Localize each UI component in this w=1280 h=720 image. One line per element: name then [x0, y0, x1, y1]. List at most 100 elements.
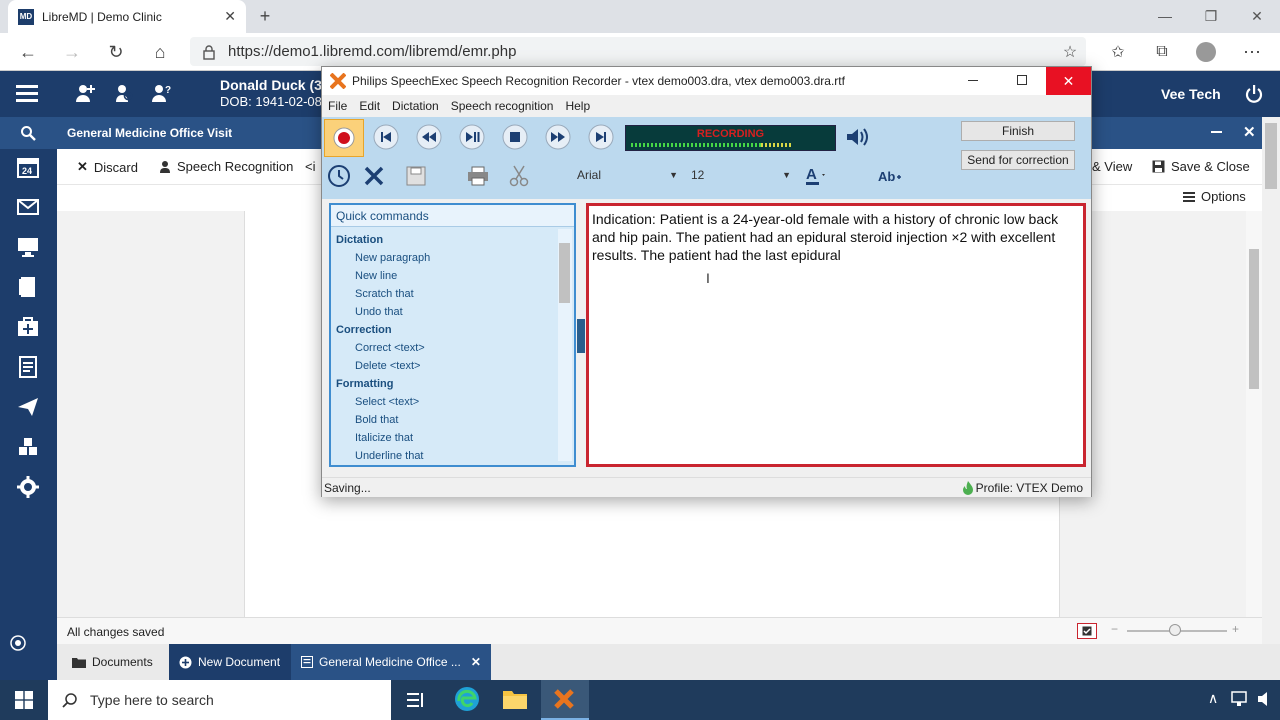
record-button[interactable] [324, 119, 364, 157]
qc-new-paragraph[interactable]: New paragraph [331, 249, 574, 267]
discard-button[interactable]: ✕ Discard [77, 159, 138, 175]
qc-bold-that[interactable]: Bold that [331, 411, 574, 429]
browser-tab[interactable]: MD LibreMD | Demo Clinic ✕ [8, 0, 246, 33]
save-close-button[interactable]: Save & Close [1152, 159, 1250, 174]
patient-search-icon[interactable] [113, 82, 135, 104]
doc-scrollbar-thumb[interactable] [1249, 249, 1259, 389]
sidebar-search[interactable] [0, 117, 57, 149]
qc-italicize-that[interactable]: Italicize that [331, 429, 574, 447]
calendar-icon[interactable]: 24 [16, 155, 40, 179]
patient-question-icon[interactable]: ? [150, 82, 172, 104]
settings-gear-icon[interactable] [16, 475, 40, 499]
qc-scrollbar[interactable] [558, 229, 572, 461]
patient-name[interactable]: Donald Duck (3) [220, 77, 327, 93]
page-scrollbar-thumb[interactable] [1265, 123, 1277, 189]
forward-button[interactable]: → [60, 40, 84, 64]
patient-add-icon[interactable] [74, 82, 96, 104]
qc-underline-that[interactable]: Underline that [331, 447, 574, 465]
minimize-window-button[interactable]: — [1142, 0, 1188, 32]
restore-window-button[interactable]: ❐ [1188, 0, 1234, 32]
dialog-maximize-button[interactable] [1017, 75, 1027, 85]
dictation-editor[interactable]: Indication: Patient is a 24-year-old fem… [586, 203, 1086, 467]
font-family-select[interactable]: Arial ▼ [572, 164, 682, 186]
font-size-select[interactable]: 12 ▼ [687, 164, 795, 186]
close-window-button[interactable]: ✕ [1234, 0, 1280, 32]
medical-kit-icon[interactable] [16, 315, 40, 339]
edge-browser-icon[interactable] [454, 686, 480, 712]
documents-tab[interactable]: Documents [62, 644, 163, 680]
favorite-star-icon[interactable]: ☆ [1058, 40, 1082, 64]
spellcheck-toggle-icon[interactable] [1077, 623, 1097, 639]
forward-to-end-button[interactable] [587, 123, 615, 151]
task-view-icon[interactable] [405, 690, 425, 710]
help-badge-icon[interactable] [6, 631, 30, 655]
menu-speech-recognition[interactable]: Speech recognition [451, 99, 554, 113]
page-scrollbar[interactable] [1262, 117, 1280, 680]
qc-scratch-that[interactable]: Scratch that [331, 285, 574, 303]
close-visit-icon[interactable]: ✕ [1243, 123, 1256, 141]
mail-icon[interactable] [16, 195, 40, 219]
text-replace-icon[interactable]: Ab [877, 162, 905, 190]
favorites-icon[interactable]: ✩ [1106, 40, 1130, 64]
taskbar-search[interactable]: Type here to search [48, 680, 391, 720]
rewind-to-start-button[interactable] [372, 123, 400, 151]
history-clock-icon[interactable] [325, 162, 353, 190]
menu-dictation[interactable]: Dictation [392, 99, 439, 113]
send-for-correction-button[interactable]: Send for correction [961, 150, 1075, 170]
zoom-in-icon[interactable]: + [1232, 622, 1239, 636]
volume-tray-icon[interactable] [1256, 690, 1274, 708]
close-document-tab-icon[interactable]: ✕ [471, 655, 481, 669]
options-button[interactable]: Options [1183, 189, 1246, 204]
chart-document-icon[interactable] [16, 275, 40, 299]
qc-delete-text[interactable]: Delete <text> [331, 357, 574, 375]
save-view-button[interactable]: & View [1092, 159, 1132, 174]
dialog-close-button[interactable]: ✕ [1046, 67, 1091, 95]
user-name[interactable]: Vee Tech [1161, 86, 1221, 102]
qc-scrollbar-thumb[interactable] [559, 243, 570, 303]
qc-correct-text[interactable]: Correct <text> [331, 339, 574, 357]
fast-forward-button[interactable] [544, 123, 572, 151]
save-file-icon[interactable] [402, 162, 430, 190]
speaker-volume-icon[interactable] [844, 123, 872, 151]
rewind-button[interactable] [415, 123, 443, 151]
url-field[interactable]: https://demo1.libremd.com/libremd/emr.ph… [190, 37, 1086, 66]
qc-new-line[interactable]: New line [331, 267, 574, 285]
minimize-visit-icon[interactable] [1211, 131, 1222, 133]
delete-x-icon[interactable] [360, 162, 388, 190]
play-pause-button[interactable] [458, 123, 486, 151]
new-tab-button[interactable]: + [254, 5, 276, 27]
zoom-slider-thumb[interactable] [1169, 624, 1181, 636]
hamburger-menu-icon[interactable] [16, 84, 38, 102]
windows-start-icon[interactable] [15, 691, 33, 709]
collections-icon[interactable]: ⧉ [1150, 40, 1174, 64]
close-tab-icon[interactable]: ✕ [224, 8, 236, 25]
insert-button[interactable]: <i [305, 159, 315, 174]
monitor-icon[interactable] [16, 235, 40, 259]
network-icon[interactable] [1230, 690, 1248, 708]
power-logout-icon[interactable] [1244, 84, 1264, 104]
menu-file[interactable]: File [328, 99, 347, 113]
qc-select-text[interactable]: Select <text> [331, 393, 574, 411]
profile-avatar[interactable] [1196, 42, 1216, 62]
doc-scrollbar[interactable] [1246, 211, 1262, 617]
home-button[interactable]: ⌂ [148, 40, 172, 64]
stop-button[interactable] [501, 123, 529, 151]
cut-scissors-icon[interactable] [505, 162, 533, 190]
qc-undo-that[interactable]: Undo that [331, 303, 574, 321]
reload-button[interactable]: ↻ [104, 40, 128, 64]
menu-edit[interactable]: Edit [359, 99, 380, 113]
print-icon[interactable] [464, 162, 492, 190]
panel-collapse-handle[interactable] [577, 319, 585, 353]
zoom-out-icon[interactable]: − [1111, 622, 1118, 636]
menu-help[interactable]: Help [565, 99, 590, 113]
tray-chevron-icon[interactable]: ∧ [1208, 690, 1218, 707]
new-document-tab[interactable]: New Document [169, 644, 291, 680]
file-explorer-icon[interactable] [503, 688, 527, 710]
cubes-icon[interactable] [16, 435, 40, 459]
speechexec-taskbar-button[interactable] [541, 680, 589, 720]
back-button[interactable]: ← [16, 40, 40, 64]
browser-menu-icon[interactable]: ⋯ [1240, 40, 1264, 64]
finish-button[interactable]: Finish [961, 121, 1075, 141]
speech-recognition-button[interactable]: Speech Recognition [159, 159, 293, 174]
send-icon[interactable] [16, 395, 40, 419]
